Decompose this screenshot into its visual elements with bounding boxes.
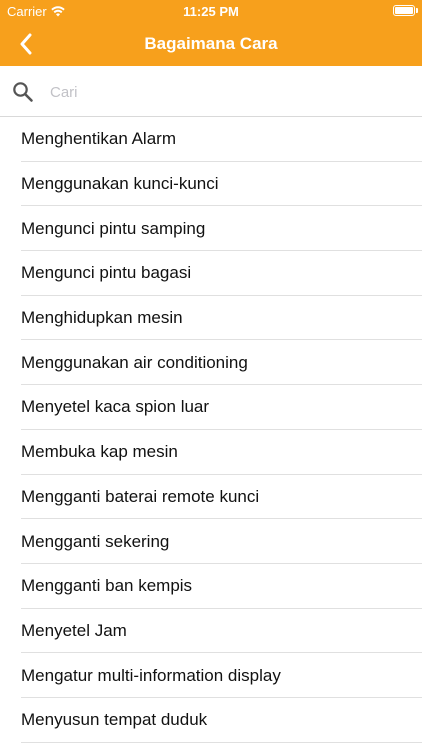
list-item-label: Mengganti ban kempis xyxy=(21,576,193,596)
list-item[interactable]: Mengatur multi-information display xyxy=(0,653,422,698)
list-item-label: Mengganti baterai remote kunci xyxy=(21,486,260,506)
list-item-label: Mengunci pintu samping xyxy=(21,218,206,238)
battery-tip xyxy=(416,8,418,13)
list-item[interactable]: Menyetel kaca spion luar xyxy=(0,385,422,430)
list-item[interactable]: Menyetel Jam xyxy=(0,609,422,654)
list-item-label: Mengunci pintu bagasi xyxy=(21,263,192,283)
list-item-label: Menghidupkan mesin xyxy=(21,308,183,328)
search-icon xyxy=(13,82,33,102)
list-item[interactable]: Mengganti baterai remote kunci xyxy=(0,475,422,520)
status-bar: Carrier 11:25 PM xyxy=(0,0,422,22)
search-input[interactable] xyxy=(48,76,402,108)
status-time: 11:25 PM xyxy=(183,4,239,19)
list-item[interactable]: Menghentikan Alarm xyxy=(0,117,422,162)
battery-fill xyxy=(395,7,413,14)
list-item-label: Menyusun tempat duduk xyxy=(21,710,208,730)
list-item[interactable]: Membuka kap mesin xyxy=(0,430,422,475)
list-item[interactable]: Mengganti ban kempis xyxy=(0,564,422,609)
list-item[interactable]: Menggunakan air conditioning xyxy=(0,340,422,385)
list-item[interactable]: Mengunci pintu bagasi xyxy=(0,251,422,296)
search-bar xyxy=(0,66,422,117)
page-title: Bagaimana Cara xyxy=(144,34,278,53)
list-item-label: Menyetel Jam xyxy=(21,620,127,640)
list-item[interactable]: Mengganti sekering xyxy=(0,519,422,564)
list-item[interactable]: Menyusun tempat duduk xyxy=(0,698,422,743)
navbar: Bagaimana Cara xyxy=(0,22,422,66)
how-to-list: Menghentikan Alarm Menggunakan kunci-kun… xyxy=(0,117,422,743)
list-item-label: Membuka kap mesin xyxy=(21,442,178,462)
list-item-label: Menghentikan Alarm xyxy=(21,129,176,149)
list-item[interactable]: Menghidupkan mesin xyxy=(0,296,422,341)
list-item-label: Menyetel kaca spion luar xyxy=(21,397,210,417)
list-item-label: Menggunakan air conditioning xyxy=(21,352,248,372)
header: Carrier 11:25 PM Bagaimana Cara xyxy=(0,0,422,66)
list-item-label: Mengatur multi-information display xyxy=(21,665,281,685)
battery-icon xyxy=(393,5,415,16)
list-item-label: Menggunakan kunci-kunci xyxy=(21,174,219,194)
list-item[interactable]: Menggunakan kunci-kunci xyxy=(0,162,422,207)
screen: Carrier 11:25 PM Bagaimana Cara Cari Men… xyxy=(0,0,422,750)
list-item-label: Mengganti sekering xyxy=(21,531,170,551)
list-item[interactable]: Mengunci pintu samping xyxy=(0,206,422,251)
